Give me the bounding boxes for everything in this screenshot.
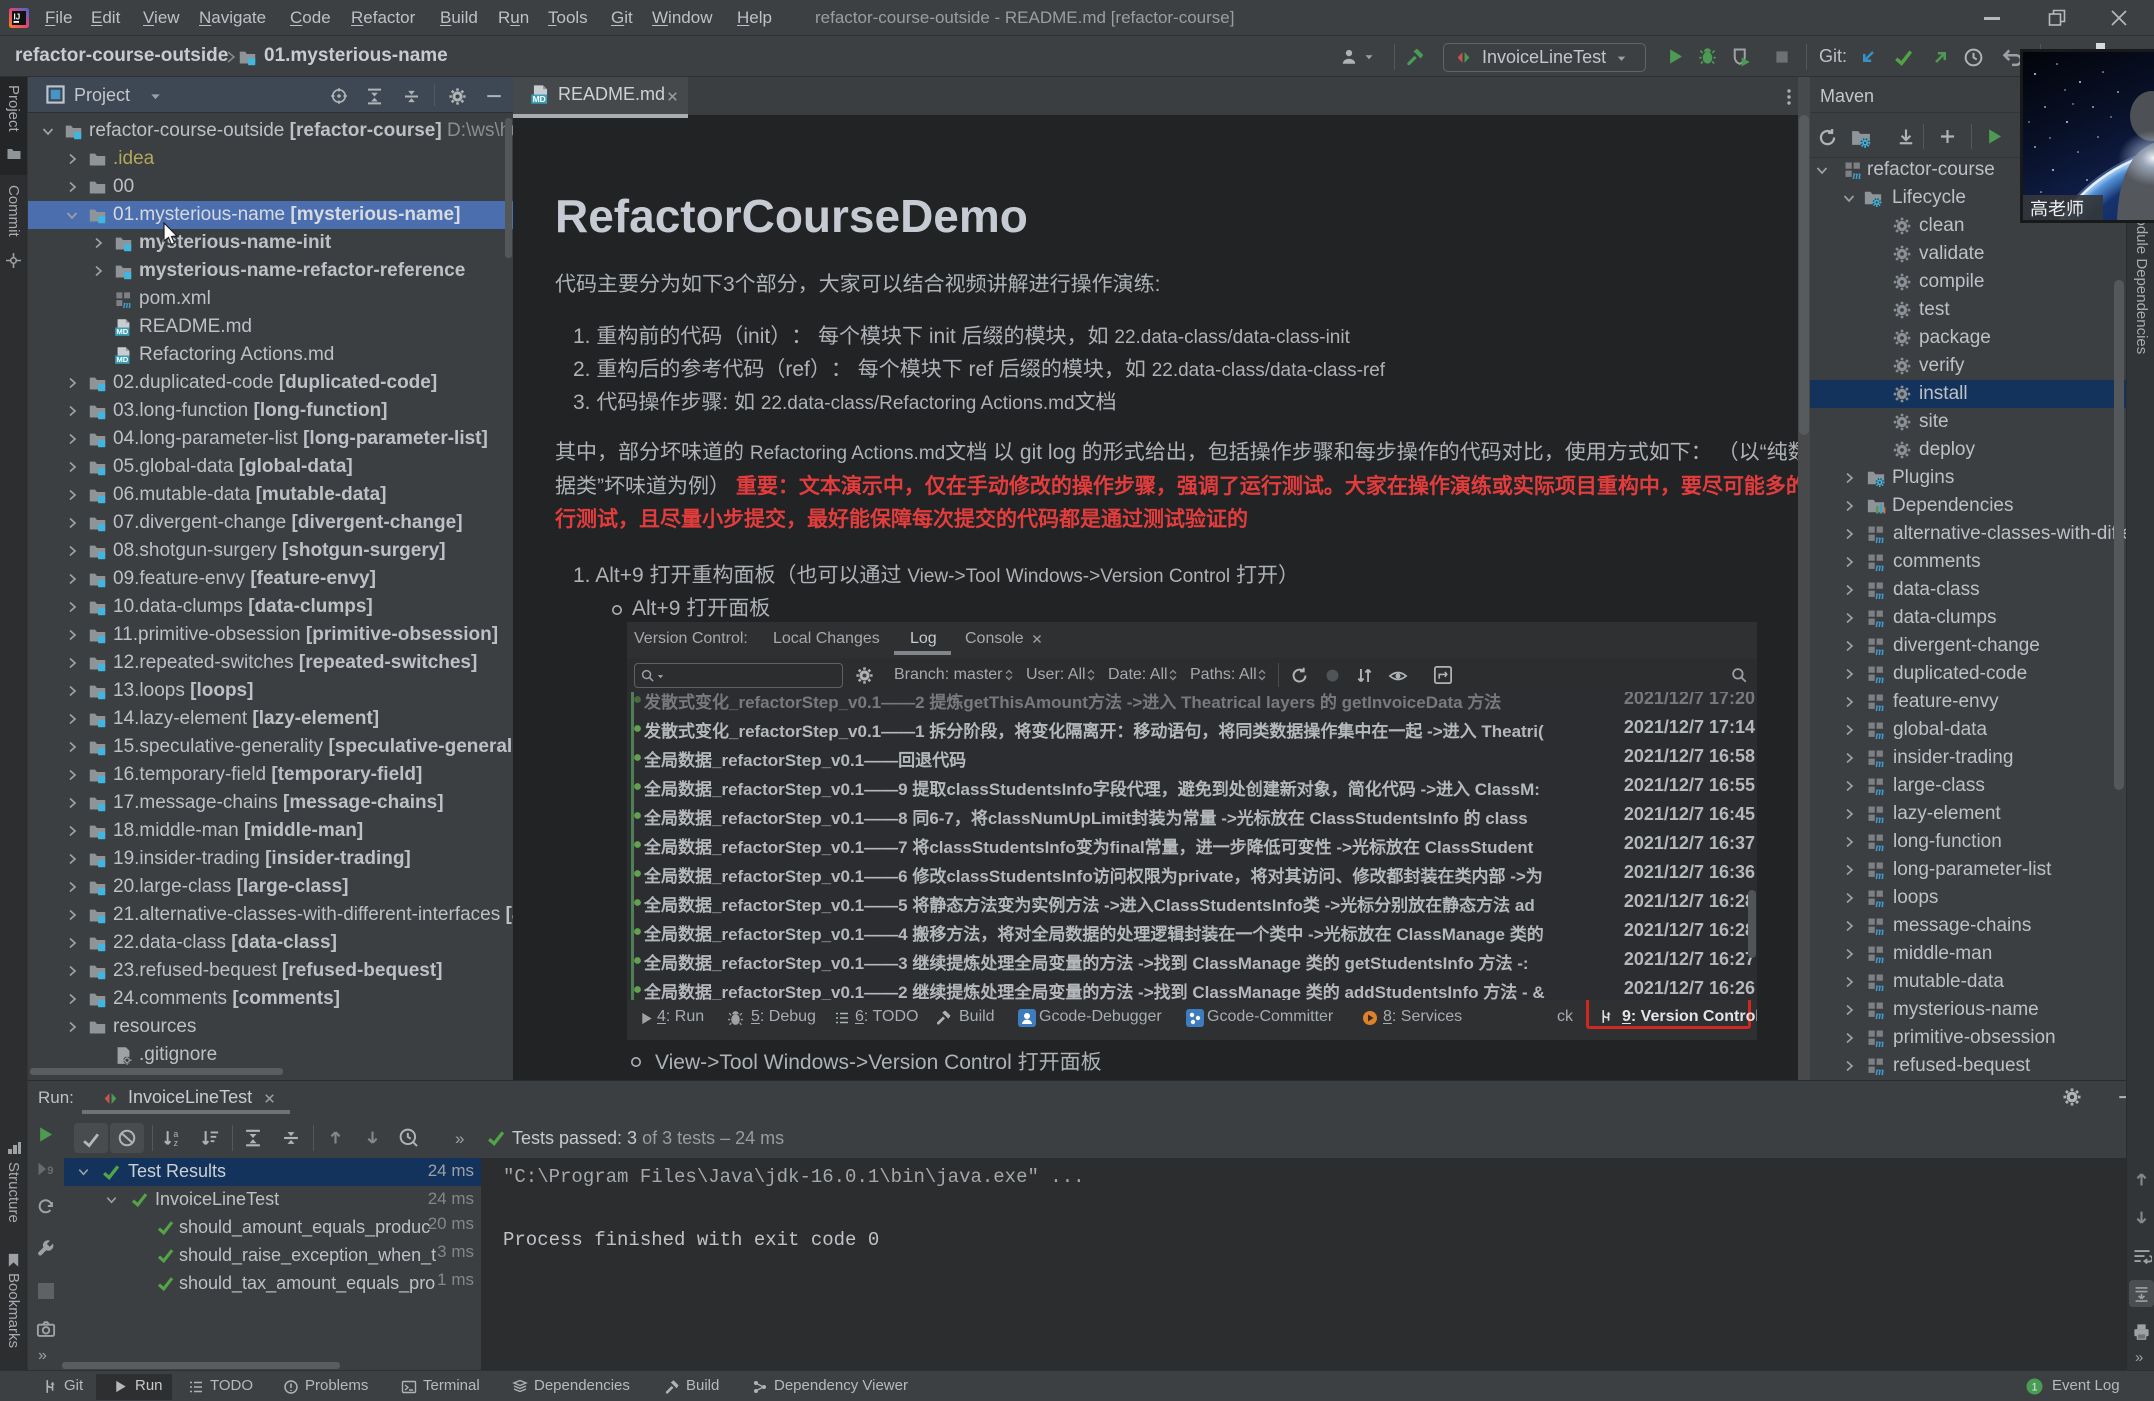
svg-text:IJ: IJ	[14, 13, 21, 22]
svg-text:1: 1	[2031, 1382, 2037, 1394]
svg-text:高老师: 高老师	[2030, 195, 2084, 220]
svg-text:9: 9	[47, 1165, 53, 1177]
